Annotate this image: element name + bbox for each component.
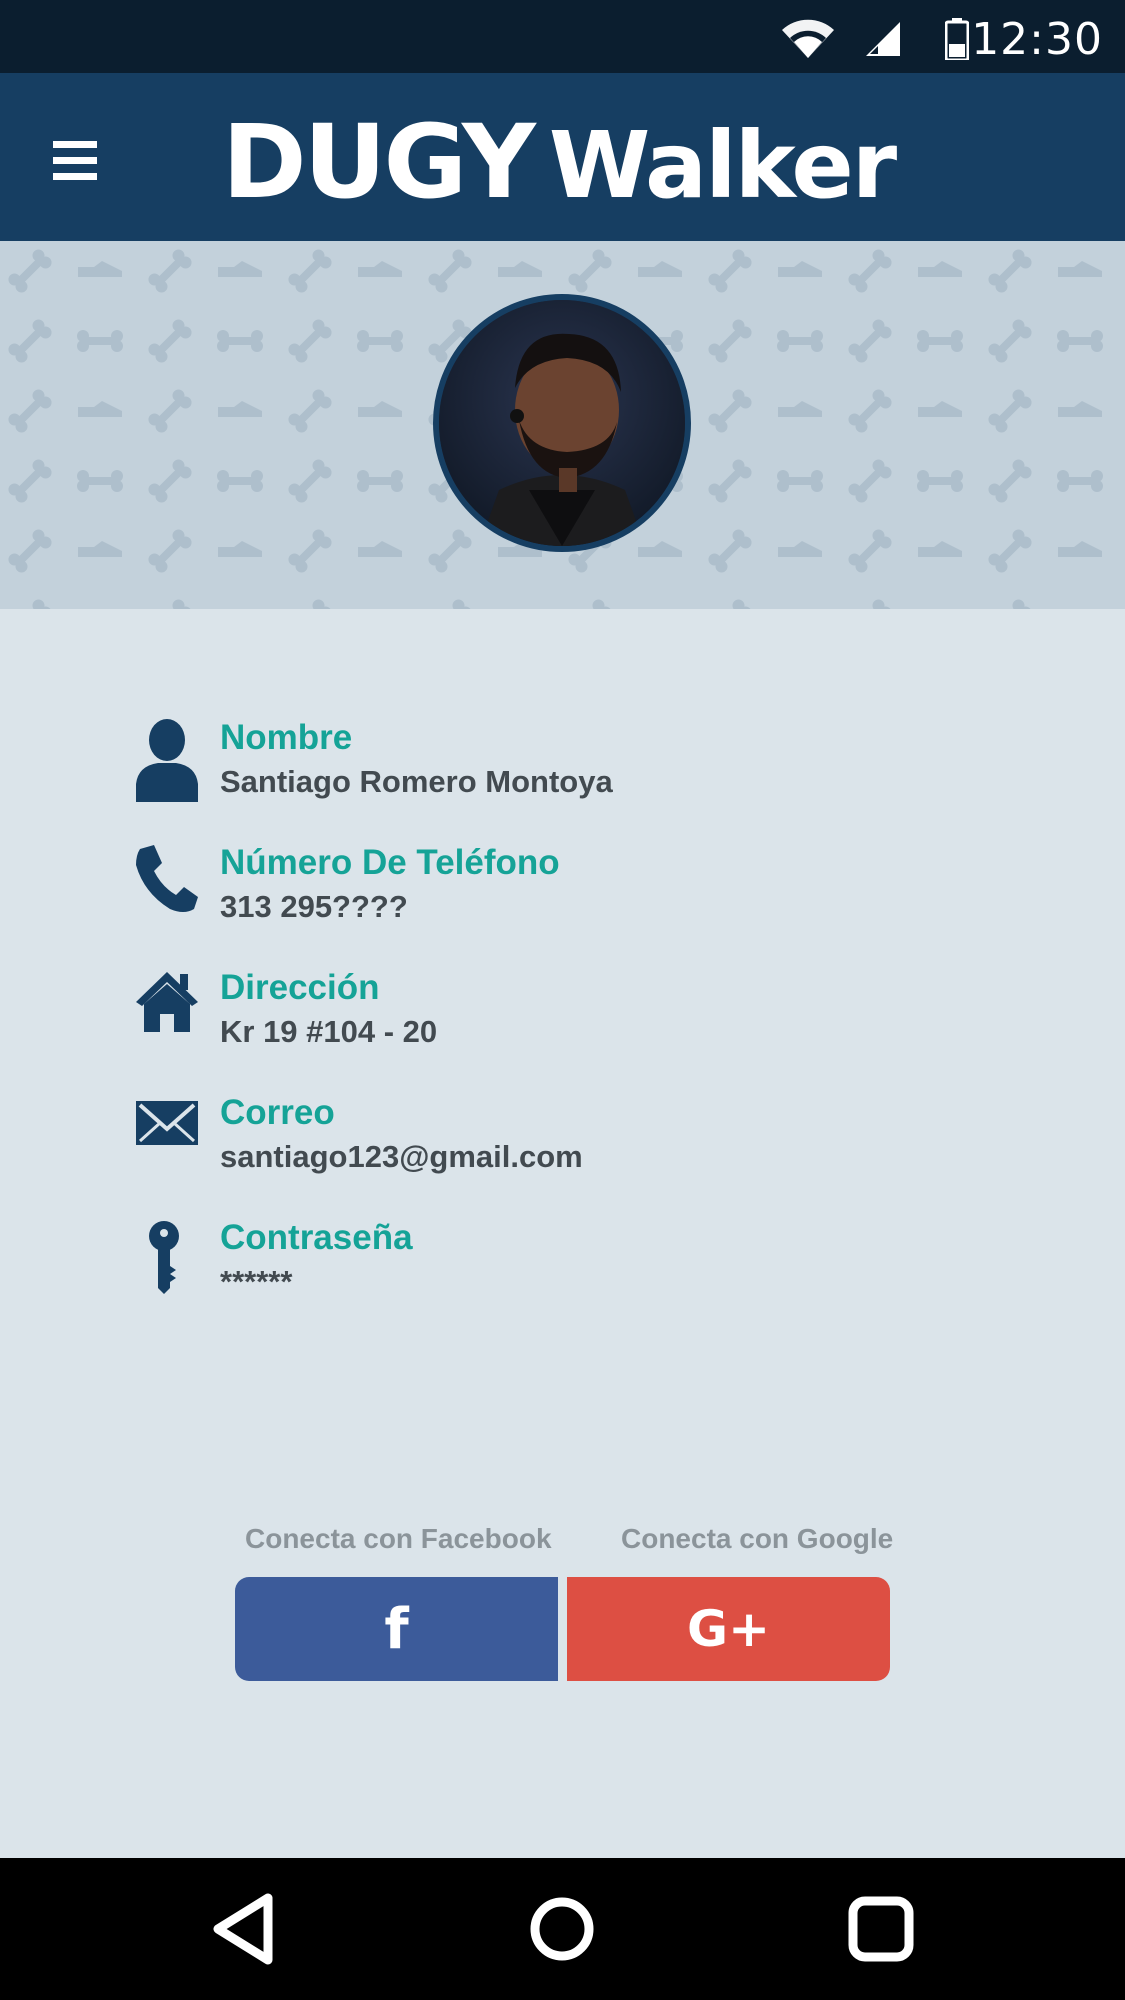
user-icon [136,719,198,802]
connect-google-button[interactable]: G+ [567,1577,890,1681]
field-label: Correo [220,1093,335,1132]
field-contrasena[interactable]: Contraseña ****** [134,1218,1034,1318]
envelope-icon [136,1101,198,1145]
field-label: Contraseña [220,1218,413,1257]
google-caption: Conecta con Google [621,1523,894,1554]
field-direccion[interactable]: Dirección Kr 19 #104 - 20 [134,968,1034,1068]
facebook-icon: f [384,1596,409,1662]
field-label: Nombre [220,718,353,757]
profile-photo [439,300,685,546]
recents-square-icon[interactable] [836,1884,926,1974]
logo-text-walker: Walker [548,112,897,219]
home-icon [136,972,198,1032]
signal-icon [866,22,900,56]
app-logo: DUGY Walker [222,103,897,222]
field-nombre[interactable]: Nombre Santiago Romero Montoya [134,718,1034,818]
system-nav-bar [0,1858,1125,2000]
field-value: santiago123@gmail.com [220,1139,583,1174]
app-bar: DUGY Walker [0,73,1125,241]
wifi-icon [782,19,834,58]
back-triangle-icon[interactable] [200,1884,290,1974]
field-value: Kr 19 #104 - 20 [220,1014,438,1049]
phone-icon [136,845,198,912]
key-icon [149,1221,179,1294]
profile-avatar[interactable] [433,294,691,552]
status-bar: 12:30 [0,0,1125,73]
facebook-caption: Conecta con Facebook [245,1523,552,1554]
status-time: 12:30 [971,14,1103,65]
field-value: ****** [220,1264,293,1299]
logo-text-dugy: DUGY [222,103,536,222]
battery-icon [945,18,969,60]
hamburger-menu-icon[interactable] [40,125,110,195]
home-circle-icon[interactable] [517,1884,607,1974]
menu-line [53,156,97,164]
field-value: Santiago Romero Montoya [220,764,613,799]
field-label: Número De Teléfono [220,843,560,882]
google-plus-icon: G+ [687,1600,770,1658]
menu-line [53,172,97,180]
field-label: Dirección [220,968,380,1007]
connect-facebook-button[interactable]: f [235,1577,558,1681]
field-correo[interactable]: Correo santiago123@gmail.com [134,1093,1034,1193]
field-telefono[interactable]: Número De Teléfono 313 295???? [134,843,1034,943]
field-value: 313 295???? [220,889,408,924]
menu-line [53,140,97,148]
